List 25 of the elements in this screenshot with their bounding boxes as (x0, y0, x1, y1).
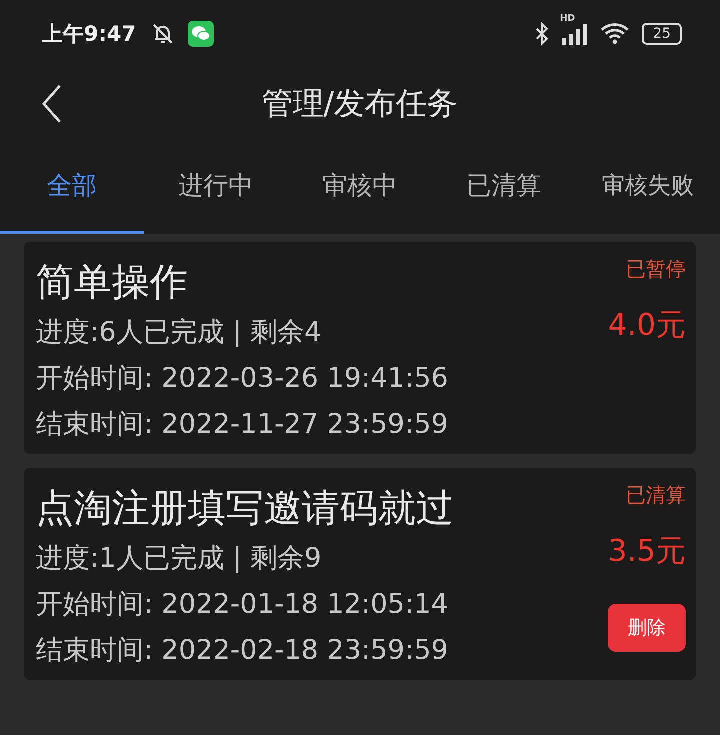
bluetooth-icon (534, 22, 550, 46)
task-title: 点淘注册填写邀请码就过 (36, 485, 455, 532)
task-end-time: 结束时间: 2022-02-18 23:59:59 (36, 634, 450, 668)
task-start-time: 开始时间: 2022-01-18 12:05:14 (36, 588, 450, 622)
tab[interactable]: 已清算 (432, 140, 576, 234)
task-price: 4.0元 (608, 307, 686, 345)
page-title: 管理/发布任务 (262, 85, 458, 124)
wifi-icon (600, 22, 630, 46)
signal-icon (562, 23, 588, 45)
tab[interactable]: 审核中 (288, 140, 432, 234)
battery-icon: 25 (642, 23, 682, 45)
tab[interactable]: 全部 (0, 140, 144, 234)
task-title: 简单操作 (36, 259, 189, 306)
delete-button[interactable]: 删除 (608, 604, 686, 652)
task-status: 已暂停 (626, 256, 686, 283)
task-end-time: 结束时间: 2022-11-27 23:59:59 (36, 408, 450, 442)
tab[interactable]: 审核失败 (576, 140, 720, 234)
task-start-time: 开始时间: 2022-03-26 19:41:56 (36, 362, 450, 396)
back-icon[interactable] (40, 84, 64, 124)
network-label: HD (560, 14, 576, 24)
chat-app-icon (188, 21, 214, 47)
status-time: 上午9:47 (42, 21, 136, 48)
task-price: 3.5元 (608, 533, 686, 571)
task-status: 已清算 (626, 482, 686, 509)
tab[interactable]: 进行中 (144, 140, 288, 234)
